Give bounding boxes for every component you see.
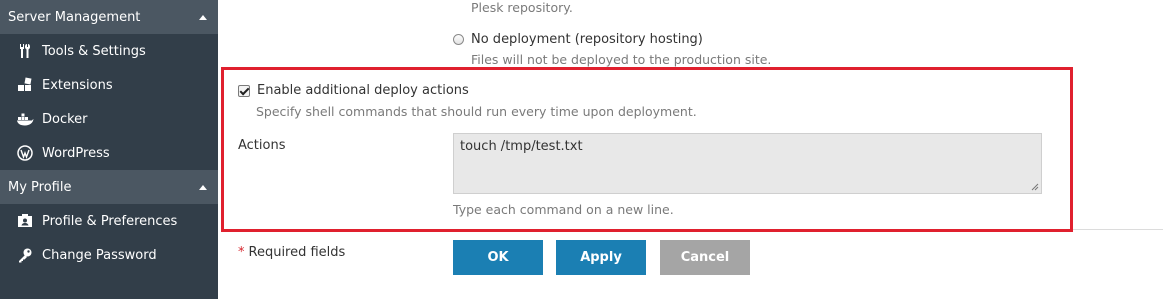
previous-option-hint: Plesk repository. [471, 0, 573, 15]
actions-hint: Type each command on a new line. [453, 202, 674, 217]
sidebar-item-label: WordPress [42, 145, 110, 161]
sidebar-item-profile-preferences[interactable]: Profile & Preferences [0, 204, 218, 238]
ok-button[interactable]: OK [453, 240, 543, 275]
main-form: Plesk repository. No deployment (reposit… [218, 0, 1163, 299]
chevron-up-icon [199, 184, 207, 190]
actions-textarea[interactable]: touch /tmp/test.txt [453, 133, 1042, 194]
no-deployment-option[interactable]: No deployment (repository hosting) [453, 32, 703, 47]
required-label: Required fields [248, 245, 346, 260]
sidebar-item-tools-settings[interactable]: Tools & Settings [0, 34, 218, 68]
no-deployment-radio[interactable] [453, 34, 464, 45]
profile-icon [16, 212, 34, 230]
section-my-profile[interactable]: My Profile [0, 170, 218, 204]
sidebar-item-label: Extensions [42, 77, 113, 93]
tools-icon [16, 42, 34, 60]
resize-grip-icon[interactable] [1031, 183, 1039, 191]
sidebar-item-label: Profile & Preferences [42, 213, 178, 229]
enable-deploy-actions-label[interactable]: Enable additional deploy actions [257, 83, 469, 98]
sidebar-item-docker[interactable]: Docker [0, 102, 218, 136]
sidebar-item-extensions[interactable]: Extensions [0, 68, 218, 102]
cancel-button[interactable]: Cancel [660, 240, 750, 275]
chevron-up-icon [199, 14, 207, 20]
enable-deploy-actions-checkbox[interactable] [238, 84, 250, 97]
wordpress-icon [16, 144, 34, 162]
required-star: * [238, 245, 245, 260]
actions-value[interactable]: touch /tmp/test.txt [460, 139, 583, 154]
section-label: My Profile [8, 179, 72, 195]
deploy-actions-hint: Specify shell commands that should run e… [256, 104, 697, 119]
divider [1073, 229, 1163, 230]
required-fields-note: * Required fields [238, 245, 345, 260]
sidebar-item-label: Tools & Settings [42, 43, 146, 59]
key-icon [16, 246, 34, 264]
actions-label: Actions [238, 138, 286, 153]
section-server-management[interactable]: Server Management [0, 0, 218, 34]
sidebar-item-label: Docker [42, 111, 88, 127]
sidebar-item-change-password[interactable]: Change Password [0, 238, 218, 272]
no-deployment-label[interactable]: No deployment (repository hosting) [471, 32, 703, 47]
docker-icon [16, 110, 34, 128]
section-label: Server Management [8, 9, 141, 25]
sidebar-item-label: Change Password [42, 247, 157, 263]
no-deployment-hint: Files will not be deployed to the produc… [471, 52, 772, 67]
sidebar-item-wordpress[interactable]: WordPress [0, 136, 218, 170]
enable-deploy-actions-option[interactable]: Enable additional deploy actions [238, 83, 469, 98]
apply-button[interactable]: Apply [556, 240, 646, 275]
sidebar: Server Management Tools & Settings Exten… [0, 0, 218, 299]
extensions-icon [16, 76, 34, 94]
